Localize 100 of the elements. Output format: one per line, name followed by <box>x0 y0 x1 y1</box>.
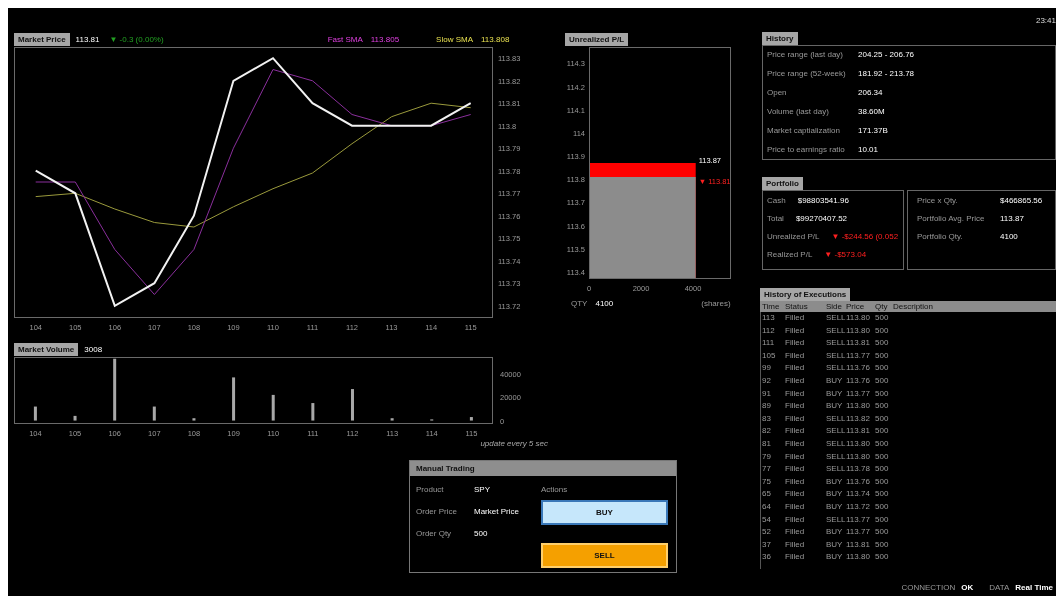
stat-label: Open <box>767 88 788 98</box>
table-cell-text: 113 <box>762 312 776 324</box>
update-note: update every 5 sec <box>480 439 548 448</box>
table-cell-text: 500 <box>875 312 890 324</box>
table-cell-text: 113.80 <box>846 437 871 450</box>
stat-value: 204.25 - 206.76 <box>858 50 915 60</box>
table-cell-text: 500 <box>875 362 890 375</box>
stat-label: Portfolio Qty. <box>917 232 964 242</box>
sell-button[interactable]: SELL <box>541 543 668 568</box>
table-cell-text: 113.81 <box>846 337 871 350</box>
stat-label: Realized P/L <box>767 250 813 260</box>
stat-value: 113.87 <box>1000 214 1024 224</box>
column-header: Description <box>893 301 934 312</box>
table-cell-text: Filled <box>785 349 806 362</box>
table-cell-text: 113.80 <box>846 324 871 337</box>
legend-label: Fast SMA <box>327 35 363 44</box>
stat-label: Price to earnings ratio <box>767 145 846 155</box>
table-cell-text: 111 <box>762 337 776 350</box>
table-cell-text: 54 <box>762 513 772 526</box>
column-header: Price <box>846 301 866 312</box>
table-cell-text: 82 <box>762 425 772 438</box>
table-cell-text: 500 <box>875 526 890 539</box>
table-cell-text: 113.80 <box>846 551 871 564</box>
volume-bar <box>73 415 77 421</box>
qty-value: 4100 <box>595 299 614 308</box>
table-cell-text: Filled <box>785 337 806 350</box>
qty-label: QTY <box>571 299 588 308</box>
table-cell: SELL <box>826 362 846 375</box>
table-cell-text: Filled <box>785 324 806 337</box>
stat-value: $98803541.96 <box>797 196 849 206</box>
stat-value: 181.92 - 213.78 <box>858 69 915 79</box>
volume-bar <box>232 377 236 421</box>
actions-label: Actions <box>541 485 569 494</box>
table-cell-text: 500 <box>875 463 890 476</box>
table-cell-text: 113.80 <box>846 450 871 463</box>
table-cell-text: BUY <box>826 500 844 513</box>
table-cell-text: 113.81 <box>846 538 871 551</box>
table-cell-text: SELL <box>826 513 846 526</box>
field-label: Order Price <box>416 507 458 516</box>
volume-bar <box>113 358 117 421</box>
legend-value: 113.808 <box>481 35 510 44</box>
table-cell-text: Filled <box>785 374 806 387</box>
table-cell-text: Filled <box>785 450 806 463</box>
table-cell: SELL <box>826 463 846 476</box>
table-cell-text: 113.81 <box>846 425 871 438</box>
table-cell-text: 500 <box>875 513 890 526</box>
status-value: OK <box>961 583 974 592</box>
field-label: Product <box>416 485 445 494</box>
table-cell-text: BUY <box>826 400 844 413</box>
stat-value: 38.60M <box>858 107 885 117</box>
table-cell-text: 113.78 <box>846 463 871 476</box>
table-cell-text: 83 <box>762 412 772 425</box>
table-cell-text: 500 <box>875 500 890 513</box>
table-cell-text: 500 <box>875 488 890 501</box>
stat-label: Price x Qty. <box>917 196 959 206</box>
table-cell-text: Filled <box>785 551 806 564</box>
table-cell-text: 113.76 <box>846 374 871 387</box>
table-cell-text: 113.72 <box>846 500 871 513</box>
table-cell-text: 79 <box>762 450 772 463</box>
table-cell-text: 113.77 <box>846 349 871 362</box>
stat-label: Cash <box>767 196 786 206</box>
stat-label: Portfolio Avg. Price <box>917 214 986 224</box>
table-cell-text: 113.74 <box>846 488 871 501</box>
table-cell-text: 500 <box>875 450 890 463</box>
table-cell-text: 113.77 <box>846 526 871 539</box>
stat-value: 10.01 <box>858 145 879 155</box>
table-cell-text: Filled <box>785 425 806 438</box>
qty-unit: (shares) <box>701 299 731 308</box>
table-cell-text: 113.80 <box>846 400 871 413</box>
table-cell-text: 113.77 <box>846 513 871 526</box>
price-value: 113.81 <box>75 35 100 44</box>
table-cell-text: 112 <box>762 324 776 337</box>
table-cell-text: 500 <box>875 538 890 551</box>
table-cell-text: SELL <box>826 450 846 463</box>
field-value: Market Price <box>474 507 519 516</box>
table-cell-text: 75 <box>762 475 772 488</box>
buy-button[interactable]: BUY <box>541 500 668 525</box>
table-cell-text: 81 <box>762 437 772 450</box>
table-cell-text: 64 <box>762 500 772 513</box>
column-header: Side <box>826 301 843 312</box>
table-cell-text: SELL <box>826 437 846 450</box>
table-cell-text: 36 <box>762 551 772 564</box>
volume-bar <box>271 394 275 421</box>
table-cell-text: 77 <box>762 463 772 476</box>
stat-value: ▼ -$573.04 <box>824 250 867 260</box>
table-cell-text: BUY <box>826 387 844 400</box>
status-label: CONNECTION <box>901 583 956 592</box>
column-header: Status <box>785 301 809 312</box>
table-cell-text: 113.80 <box>846 312 871 324</box>
stat-label: Market captialization <box>767 126 841 136</box>
stat-value: ▼ -$244.56 (0.052 <box>831 232 899 242</box>
stat-label: Price range (52-week) <box>767 69 847 79</box>
table-cell-text: 113.82 <box>846 412 871 425</box>
table-cell-text: Filled <box>785 312 806 324</box>
status-value: Real Time <box>1015 583 1053 592</box>
table-cell-text: 105 <box>762 349 777 362</box>
table-cell-text: 91 <box>762 387 772 400</box>
clock-time: 23:41 <box>1035 15 1056 25</box>
table-cell-text: BUY <box>826 475 844 488</box>
volume-bar <box>351 389 354 421</box>
